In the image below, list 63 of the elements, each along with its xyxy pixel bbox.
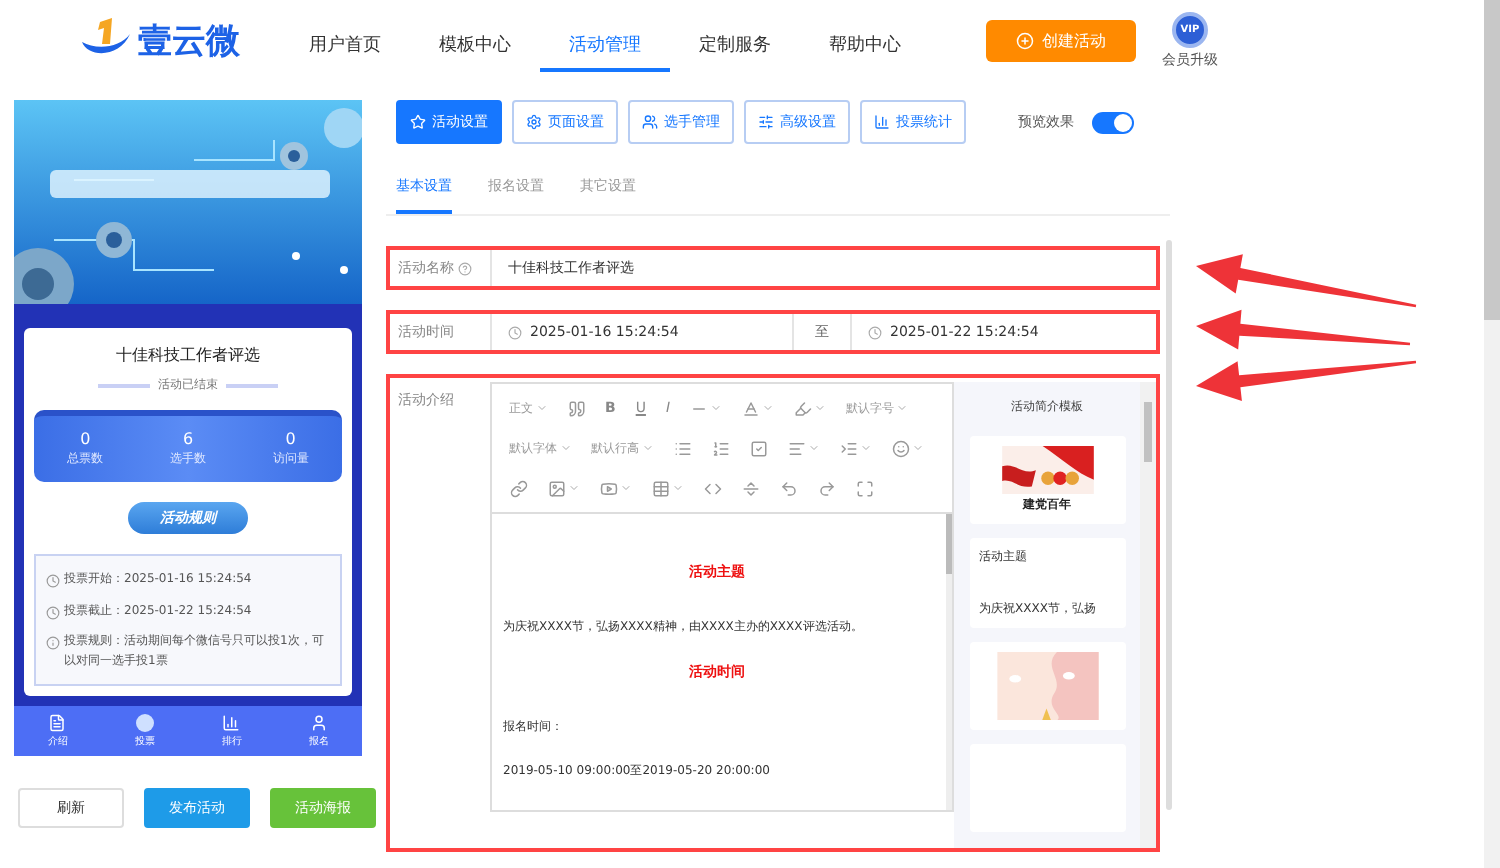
star-icon [410,114,426,130]
bar-chart-icon [222,714,241,733]
stat-value: 0 [285,430,296,448]
clock-icon [46,605,60,620]
caret-icon [762,402,775,414]
nav-link[interactable]: 活动管理 [540,20,670,72]
stat-value: 6 [182,430,194,448]
sliders-icon [758,114,774,130]
preview-switch[interactable] [1092,111,1134,133]
caret-icon [559,442,571,454]
stat-value: 0 [80,430,91,448]
caret-icon [896,402,909,414]
align-icon [787,439,805,457]
circle-icon [135,714,154,733]
help-icon [458,261,472,275]
gear-icon [526,114,542,130]
highlighter-icon [794,399,813,417]
clock-icon [508,325,522,339]
caret-icon [710,402,723,414]
user-icon [309,714,328,733]
table-icon [651,479,669,497]
caret-icon [859,442,871,454]
image-icon [547,479,565,497]
divider-icon [741,479,759,497]
quote-icon [567,399,585,417]
scrollbar[interactable] [1484,0,1500,868]
plus-icon [1016,31,1034,49]
caret-icon [641,442,653,454]
nav-link[interactable]: 模板中心 [410,20,540,72]
font-color-icon [742,399,761,417]
link-icon [509,479,527,497]
checkbox-icon [749,439,767,457]
caret-icon [671,482,683,494]
logo-text: 壹云微 [138,19,240,63]
nav-link[interactable]: 帮助中心 [800,20,930,72]
template-card[interactable] [969,641,1126,730]
nav-link[interactable]: 定制服务 [670,20,800,72]
undo-icon [779,479,797,497]
indent-icon [839,439,857,457]
scrollbar[interactable] [1140,382,1156,848]
create-button[interactable]: 创建活动 [986,19,1136,61]
caret-icon [567,482,579,494]
video-icon [599,479,617,497]
users-icon [642,114,658,130]
caret-icon [911,442,923,454]
bar-chart-icon [874,114,890,130]
nav-link[interactable]: 用户首页 [280,20,410,72]
code-icon [703,479,721,497]
info-icon [46,636,60,651]
redo-icon [817,479,835,497]
ordered-list-icon [711,439,729,457]
document-icon [48,714,67,733]
clock-icon [46,574,60,588]
caret-icon [807,442,819,454]
list-icon [673,439,691,457]
caret-icon [619,482,631,494]
scrollbar[interactable] [1166,240,1172,810]
smile-icon [891,439,909,457]
card-title: 十佳科技工作者评选 [116,344,260,366]
caret-icon [535,402,547,414]
caret-icon [814,402,827,414]
clock-icon [868,325,882,339]
fullscreen-icon [855,479,873,497]
